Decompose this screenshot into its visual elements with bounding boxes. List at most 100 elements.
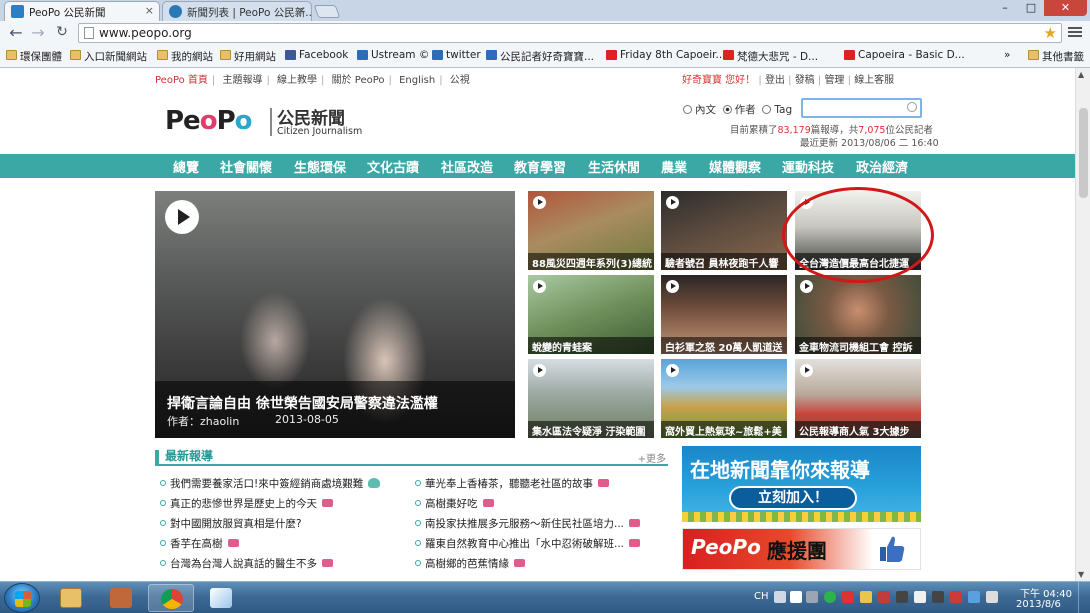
category-link[interactable]: 教育學習 bbox=[514, 157, 566, 176]
support-link[interactable]: 線上客服 bbox=[854, 75, 894, 86]
page-scrollbar[interactable]: ▲ ▼ bbox=[1075, 68, 1090, 581]
tab-news-list[interactable]: 新聞列表 | PeoPo 公民新... × bbox=[162, 1, 312, 21]
category-link[interactable]: 政治經濟 bbox=[856, 157, 908, 176]
tray-dark-icon[interactable] bbox=[896, 591, 908, 603]
news-item[interactable]: 我們需要養家活口!來中簽經銷商處境艱難 bbox=[160, 476, 381, 491]
keyboard-icon[interactable] bbox=[774, 591, 786, 603]
news-item[interactable]: 羅東自然教育中心推出「水中忍術破解班... bbox=[415, 536, 641, 551]
category-link[interactable]: 媒體觀察 bbox=[709, 157, 761, 176]
search-icon[interactable] bbox=[907, 102, 917, 112]
play-icon[interactable] bbox=[165, 200, 199, 234]
network-icon[interactable] bbox=[968, 591, 980, 603]
bookmark-item[interactable]: 我的網站 bbox=[157, 49, 213, 64]
scrollbar-thumb[interactable] bbox=[1079, 108, 1088, 198]
clock-time[interactable]: 下午 04:40 bbox=[1020, 585, 1072, 600]
bookmark-item[interactable]: 公民記者好奇寶寶... bbox=[486, 49, 594, 64]
new-tab-button[interactable] bbox=[313, 5, 341, 18]
address-bar[interactable]: www.peopo.org ★ bbox=[78, 23, 1062, 43]
category-link[interactable]: 總覽 bbox=[173, 157, 199, 176]
menu-icon[interactable] bbox=[1068, 25, 1082, 39]
news-item[interactable]: 真正的悲慘世界是歷史上的今天 bbox=[160, 496, 333, 511]
bookmark-item[interactable]: Friday 8th Capoeir... bbox=[606, 49, 726, 61]
post-link[interactable]: 發稿 bbox=[795, 75, 815, 86]
hero-title[interactable]: 捍衛言論自由 徐世榮告國安局警察違法濫權 bbox=[167, 393, 438, 413]
video-thumbnail[interactable]: 蛻變的青蛙案 bbox=[528, 275, 654, 354]
taskbar-explorer[interactable] bbox=[48, 584, 94, 612]
bookmark-item[interactable]: twitter bbox=[432, 49, 481, 61]
radio-tag[interactable] bbox=[762, 105, 772, 114]
radio-author[interactable] bbox=[722, 105, 732, 114]
category-link[interactable]: 社區改造 bbox=[441, 157, 493, 176]
tray-white-icon[interactable] bbox=[914, 591, 926, 603]
bookmark-item[interactable]: Facebook bbox=[285, 49, 348, 61]
nav-link-home[interactable]: PeoPo 首頁 bbox=[155, 75, 208, 86]
start-button[interactable] bbox=[4, 583, 40, 613]
news-item[interactable]: 香芋在高樹 bbox=[160, 536, 239, 551]
bookmark-item[interactable]: 入口新聞網站 bbox=[70, 49, 147, 64]
reload-button[interactable]: ↻ bbox=[52, 24, 72, 42]
video-thumbnail[interactable]: 公民報導商人氣 3大據步 bbox=[795, 359, 921, 438]
category-link[interactable]: 運動科技 bbox=[782, 157, 834, 176]
search-input[interactable] bbox=[801, 98, 922, 118]
category-link[interactable]: 生活休閒 bbox=[588, 157, 640, 176]
tray-alert-icon[interactable] bbox=[950, 591, 962, 603]
ime-icon[interactable] bbox=[790, 591, 802, 603]
taskbar-chrome[interactable] bbox=[148, 584, 194, 612]
video-thumbnail[interactable]: 驗者號召 員林夜跑千人響 bbox=[661, 191, 787, 270]
video-thumbnail[interactable]: 金車物流司機組工會 控訴 bbox=[795, 275, 921, 354]
taskbar-app[interactable] bbox=[98, 584, 144, 612]
back-button[interactable]: ← bbox=[6, 24, 26, 42]
recruit-banner[interactable]: 在地新聞靠你來報導 立刻加入！ bbox=[682, 446, 921, 522]
adobe-icon[interactable] bbox=[878, 591, 890, 603]
nav-link-tutorials[interactable]: 線上教學 bbox=[277, 75, 317, 86]
nav-link-english[interactable]: English bbox=[399, 75, 435, 86]
video-thumbnail[interactable]: 88風災四週年系列(3)總統 bbox=[528, 191, 654, 270]
category-link[interactable]: 生態環保 bbox=[294, 157, 346, 176]
category-link[interactable]: 社會關懷 bbox=[220, 157, 272, 176]
scroll-up-icon[interactable]: ▲ bbox=[1078, 70, 1084, 79]
news-item[interactable]: 華光奉上香椿茶，聽聽老社區的故事 bbox=[415, 476, 609, 491]
language-indicator[interactable]: CH bbox=[754, 591, 769, 602]
news-item[interactable]: 台灣為台灣人說真話的醫生不多 bbox=[160, 556, 333, 571]
show-desktop-button[interactable] bbox=[1078, 582, 1090, 613]
hero-video[interactable]: 捍衛言論自由 徐世榮告國安局警察違法濫權 作者：zhaolin 2013-08-… bbox=[155, 191, 515, 438]
volume-icon[interactable] bbox=[986, 591, 998, 603]
bookmark-item[interactable]: Capoeira - Basic D... bbox=[844, 49, 965, 61]
join-now-button[interactable]: 立刻加入！ bbox=[729, 486, 857, 510]
nav-link-pts[interactable]: 公視 bbox=[450, 75, 470, 86]
video-thumbnail[interactable]: 集水區法令疑淨 汙染範圍 bbox=[528, 359, 654, 438]
radio-content[interactable] bbox=[683, 105, 692, 114]
news-item[interactable]: 高樹鄉的芭蕉情緣 bbox=[415, 556, 525, 571]
video-thumbnail[interactable]: 白衫軍之怒 20萬人凱道送 bbox=[661, 275, 787, 354]
supporters-banner[interactable]: PeoPo 應援團 bbox=[682, 528, 921, 570]
bookmark-item[interactable]: 好用網站 bbox=[220, 49, 276, 64]
bookmark-item[interactable]: 其他書籤 bbox=[1028, 49, 1084, 64]
taskbar-paint[interactable] bbox=[198, 584, 244, 612]
news-item[interactable]: 南投家扶推展多元服務～新住民社區培力... bbox=[415, 516, 641, 531]
tray-yellow-icon[interactable] bbox=[860, 591, 872, 603]
bookmark-star-icon[interactable]: ★ bbox=[1044, 24, 1057, 42]
category-link[interactable]: 農業 bbox=[661, 157, 687, 176]
news-item[interactable]: 高樹棗好吃 bbox=[415, 496, 494, 511]
manage-link[interactable]: 管理 bbox=[824, 75, 844, 86]
more-bookmarks-button[interactable]: » bbox=[1004, 49, 1010, 61]
scroll-down-icon[interactable]: ▼ bbox=[1078, 570, 1084, 579]
tray-green-icon[interactable] bbox=[824, 591, 836, 603]
clock-date[interactable]: 2013/8/6 bbox=[1016, 599, 1061, 610]
nav-link-topics[interactable]: 主題報導 bbox=[222, 75, 262, 86]
category-link[interactable]: 文化古蹟 bbox=[367, 157, 419, 176]
bookmark-item[interactable]: Ustream © bbox=[357, 49, 429, 61]
news-item[interactable]: 對中國開放服貿真相是什麼? bbox=[160, 516, 302, 531]
more-link[interactable]: +更多 bbox=[638, 450, 666, 465]
tab-peopo[interactable]: PeoPo 公民新聞 × bbox=[4, 1, 160, 21]
close-tab-icon[interactable]: × bbox=[297, 4, 306, 17]
tray-red-icon[interactable] bbox=[842, 591, 854, 603]
video-thumbnail[interactable]: 窩外貿上熱氣球~旅鬆+美 bbox=[661, 359, 787, 438]
forward-button[interactable]: → bbox=[28, 24, 48, 42]
maximize-button[interactable]: □ bbox=[1018, 0, 1044, 16]
tray-shield-icon[interactable] bbox=[932, 591, 944, 603]
bookmark-item[interactable]: 環保團體 bbox=[6, 49, 62, 64]
minimize-button[interactable]: – bbox=[992, 0, 1018, 16]
tray-app-icon[interactable] bbox=[806, 591, 818, 603]
close-tab-icon[interactable]: × bbox=[145, 4, 154, 17]
